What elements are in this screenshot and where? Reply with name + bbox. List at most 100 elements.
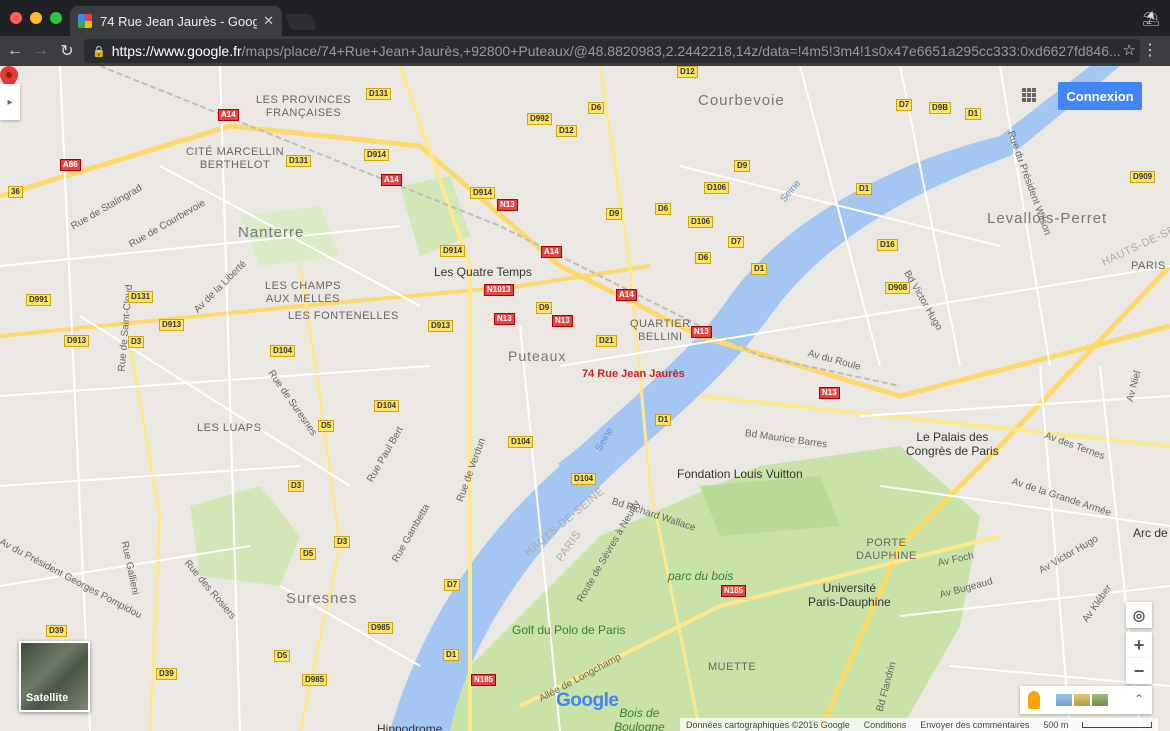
place-label[interactable]: Nanterre	[238, 224, 304, 241]
route-shield: D1	[856, 183, 873, 195]
route-shield: D131	[286, 155, 312, 167]
lock-icon: 🔒	[92, 45, 106, 58]
traffic-layer-thumbnail[interactable]	[1056, 694, 1072, 706]
route-shield: D908	[885, 282, 911, 294]
route-shield: D3	[288, 480, 305, 492]
scale-bar	[1082, 721, 1153, 728]
route-shield: D985	[302, 674, 328, 686]
new-tab-button[interactable]	[285, 14, 317, 30]
url-path: /maps/place/74+Rue+Jean+Jaurès,+92800+Pu…	[241, 43, 1121, 59]
route-shield: D6	[695, 252, 712, 264]
route-shield: N1013	[484, 284, 514, 296]
poi-label[interactable]: Les Quatre Temps	[434, 265, 532, 279]
scale-label[interactable]: 500 m	[1043, 720, 1068, 730]
route-shield: D9	[734, 160, 751, 172]
route-shield: A14	[541, 246, 562, 258]
close-icon[interactable]: ✕	[263, 13, 274, 29]
poi-label[interactable]: Université Paris-Dauphine	[808, 581, 891, 609]
google-logo-text: Google	[556, 690, 619, 711]
district-label: LES PROVINCES FRANÇAISES	[256, 94, 352, 119]
satellite-toggle[interactable]: Satellite	[19, 641, 90, 712]
poi-label[interactable]: parc du bois	[668, 569, 733, 583]
district-label: LES FONTENELLES	[288, 310, 399, 322]
route-shield: D104	[508, 436, 534, 448]
route-shield: D1	[965, 108, 982, 120]
district-label: PARIS	[1131, 260, 1166, 272]
maximize-window-button[interactable]	[50, 12, 62, 24]
route-shield: D5	[300, 548, 317, 560]
locate-icon: ◎	[1132, 606, 1146, 623]
place-label[interactable]: Courbevoie	[698, 92, 785, 109]
conditions-link[interactable]: Conditions	[864, 720, 907, 730]
route-shield: D104	[270, 345, 296, 357]
map-canvas[interactable]: Courbevoie Levallois-Perret Nanterre Sur…	[0, 66, 1170, 731]
route-shield: D6	[655, 203, 672, 215]
route-shield: D106	[704, 182, 730, 194]
terrain-layer-thumbnail[interactable]	[1074, 694, 1090, 706]
route-shield: D1	[443, 649, 460, 661]
browser-toolbar: ← → ↻ 🔒 https://www.google.fr/maps/place…	[0, 36, 1170, 66]
pin-label[interactable]: 74 Rue Jean Jaurès	[582, 368, 685, 380]
google-maps-favicon-icon	[78, 14, 92, 28]
poi-label[interactable]: Bois de Boulogne	[614, 706, 665, 731]
district-label: CITÉ MARCELLIN BERTHELOT	[186, 146, 285, 171]
close-window-button[interactable]	[10, 12, 22, 24]
route-shield: D9	[606, 208, 623, 220]
route-shield: D913	[428, 320, 454, 332]
forward-button[interactable]: →	[30, 42, 52, 60]
poi-label[interactable]: Fondation Louis Vuitton	[677, 467, 803, 481]
bookmark-star-icon[interactable]: ☆	[1123, 41, 1136, 59]
url-host: https://www.google.fr	[111, 43, 242, 59]
browser-tab[interactable]: 74 Rue Jean Jaurès - Google M ✕	[70, 6, 282, 36]
minimize-window-button[interactable]	[30, 12, 42, 24]
place-label[interactable]: Puteaux	[508, 348, 566, 364]
route-shield: D6	[588, 102, 605, 114]
my-location-button[interactable]: ◎	[1126, 602, 1152, 628]
route-shield: D3	[128, 336, 145, 348]
route-shield: A14	[218, 109, 239, 121]
route-shield: N13	[494, 313, 515, 325]
route-shield: N13	[819, 387, 840, 399]
back-button[interactable]: ←	[4, 42, 26, 60]
zoom-out-button[interactable]: −	[1126, 658, 1152, 684]
pegman-icon[interactable]	[1028, 691, 1040, 709]
route-shield: D39	[156, 668, 177, 680]
route-shield: N13	[691, 326, 712, 338]
expand-icon[interactable]: ⌃	[1134, 692, 1144, 706]
route-shield: D914	[440, 245, 466, 257]
satellite-label: Satellite	[26, 692, 69, 704]
route-shield: D913	[64, 335, 90, 347]
district-label: PORTE DAUPHINE	[856, 537, 917, 562]
route-shield: N13	[552, 315, 573, 327]
feedback-link[interactable]: Envoyer des commentaires	[920, 720, 1029, 730]
route-shield: D992	[527, 113, 553, 125]
route-shield: D131	[128, 291, 154, 303]
map-data-credit: Données cartographiques ©2016 Google	[686, 719, 850, 730]
zoom-in-button[interactable]: +	[1126, 632, 1152, 658]
chevron-right-icon: ▸	[7, 96, 13, 108]
poi-label[interactable]: Hippodrome	[377, 722, 442, 731]
sign-in-button[interactable]: Connexion	[1058, 82, 1142, 110]
browser-menu-icon[interactable]: ⋮	[1142, 40, 1158, 60]
route-shield: D106	[688, 216, 714, 228]
route-shield: D9	[536, 302, 553, 314]
poi-label[interactable]: Le Palais des Congrès de Paris	[906, 430, 999, 458]
poi-label[interactable]: Golf du Polo de Paris	[512, 623, 625, 637]
earth-layer-thumbnail[interactable]	[1092, 694, 1108, 706]
route-shield: D3	[334, 536, 351, 548]
route-shield: D131	[366, 88, 392, 100]
route-shield: D985	[368, 622, 394, 634]
address-bar[interactable]: 🔒 https://www.google.fr/maps/place/74+Ru…	[84, 39, 1140, 63]
route-shield: D1	[751, 263, 768, 275]
route-shield: D913	[159, 319, 185, 331]
route-shield: D1	[655, 414, 672, 426]
apps-grid-icon[interactable]	[1022, 88, 1036, 102]
map-layers-bar: ⌃	[1020, 686, 1152, 714]
place-label[interactable]: Suresnes	[286, 590, 357, 607]
tab-title: 74 Rue Jean Jaurès - Google M	[100, 13, 258, 29]
poi-label[interactable]: Arc de	[1133, 526, 1168, 540]
route-shield: D104	[571, 473, 597, 485]
district-label: QUARTIER BELLINI	[630, 318, 691, 343]
side-panel-toggle[interactable]: ▸	[0, 84, 20, 120]
reload-button[interactable]: ↻	[56, 41, 78, 61]
